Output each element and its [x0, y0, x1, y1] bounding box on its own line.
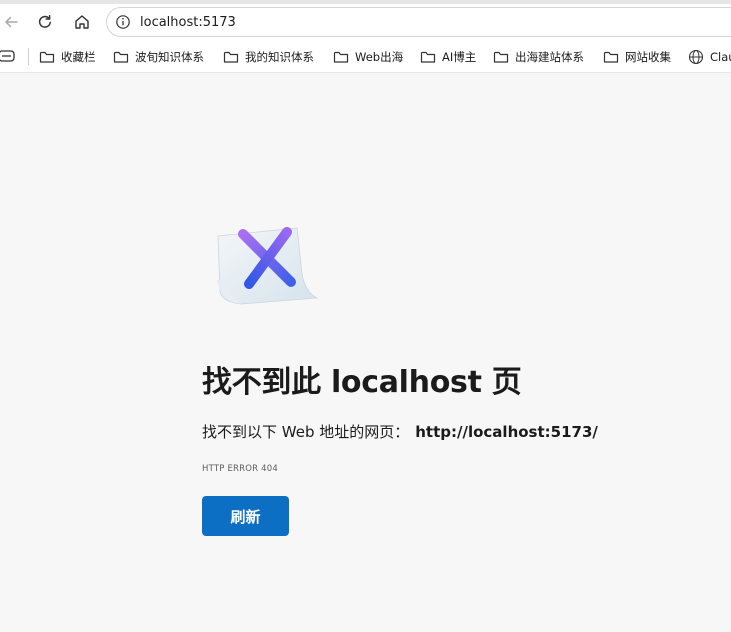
tab-actions-icon[interactable] — [0, 50, 16, 62]
bookmark-label: Clau — [710, 50, 731, 64]
folder-icon — [39, 51, 55, 63]
bookmark-item[interactable]: 收藏栏 — [39, 48, 96, 66]
bookmark-label: Web出海 — [355, 50, 404, 64]
folder-icon — [223, 51, 239, 63]
folder-icon — [113, 51, 129, 63]
bookmark-label: 出海建站体系 — [515, 50, 584, 64]
folder-icon — [333, 51, 349, 63]
bookmark-label: AI博主 — [442, 50, 477, 64]
back-button[interactable] — [0, 8, 25, 36]
bookmark-label: 网站收集 — [625, 50, 671, 64]
globe-icon — [688, 49, 704, 65]
bookmark-item[interactable]: Web出海 — [333, 48, 403, 66]
address-bar[interactable] — [106, 7, 731, 37]
home-button[interactable] — [68, 8, 96, 36]
folder-icon — [493, 51, 509, 63]
error-title: 找不到此 localhost 页 — [202, 365, 522, 400]
bookmark-item[interactable]: 我的知识体系 — [223, 48, 314, 66]
bookmark-item[interactable]: 波旬知识体系 — [113, 48, 204, 66]
bookmark-label: 我的知识体系 — [245, 50, 314, 64]
reload-icon — [38, 14, 51, 28]
bookmark-item[interactable]: AI博主 — [420, 48, 476, 66]
broken-page-x-icon — [217, 227, 319, 305]
folder-icon — [603, 51, 619, 63]
bookmark-label: 收藏栏 — [61, 50, 96, 64]
reload-button[interactable] — [31, 8, 59, 36]
error-code: HTTP ERROR 404 — [202, 464, 278, 474]
error-subtitle: 找不到以下 Web 地址的网页： http://localhost:5173/ — [202, 421, 598, 442]
browser-toolbar — [0, 4, 731, 40]
home-icon — [75, 15, 89, 29]
folder-icon — [420, 51, 436, 63]
site-info-icon[interactable] — [115, 14, 131, 30]
bookmark-label: 波旬知识体系 — [135, 50, 204, 64]
browser-window: 收藏栏 波旬知识体系 我的知识体系 Web出海 AI博主 出海建站体系 网站收集 Clau 找… — [0, 0, 731, 632]
back-arrow-icon — [5, 16, 18, 28]
bookmark-item[interactable]: Clau — [688, 48, 731, 66]
bookmark-item[interactable]: 出海建站体系 — [493, 48, 584, 66]
url-input[interactable] — [140, 12, 700, 32]
bookmark-item[interactable]: 网站收集 — [603, 48, 671, 66]
error-url: http://localhost:5173/ — [415, 423, 598, 441]
bookmarks-bar: 收藏栏 波旬知识体系 我的知识体系 Web出海 AI博主 出海建站体系 网站收集 Clau — [0, 40, 731, 73]
bookmarks-divider — [28, 48, 29, 65]
refresh-button[interactable]: 刷新 — [202, 496, 289, 536]
error-subtitle-text: 找不到以下 Web 地址的网页： — [202, 423, 410, 441]
